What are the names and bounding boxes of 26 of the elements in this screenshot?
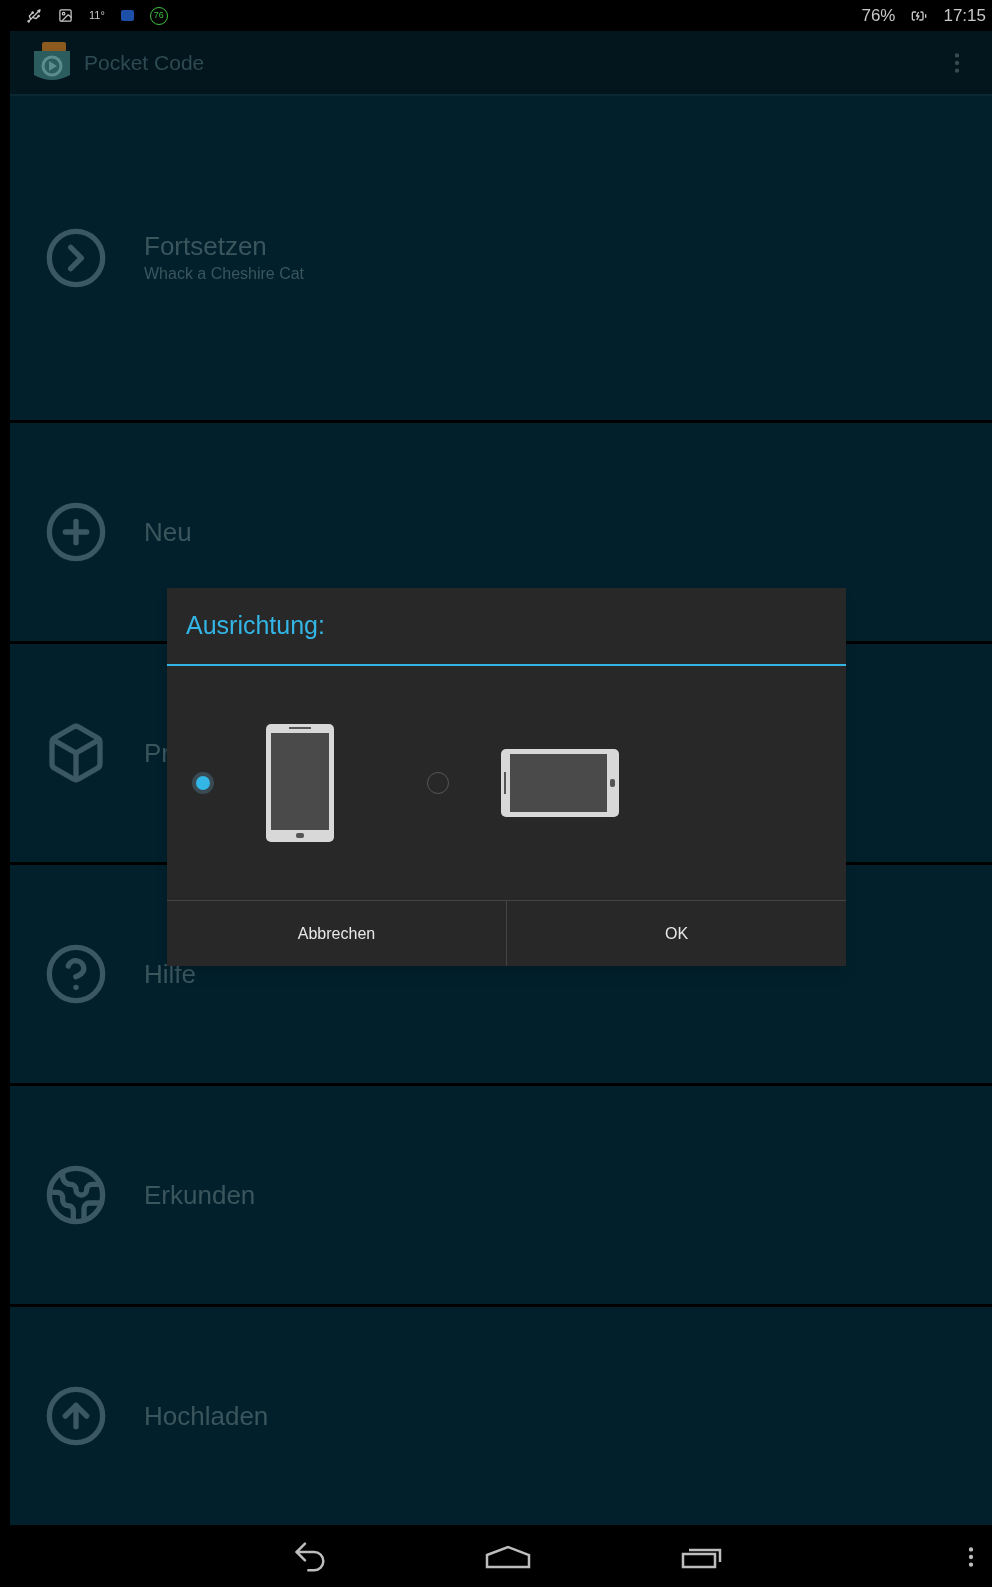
portrait-tablet-icon [264, 722, 336, 844]
dialog-button[interactable]: OK [506, 901, 846, 966]
clock-time: 17:15 [943, 4, 986, 27]
menu-label: Pr [144, 736, 170, 770]
menu-item[interactable]: Erkunden [10, 1086, 992, 1304]
menu-label: Erkunden [144, 1178, 256, 1212]
menu-item[interactable]: Fortsetzen Whack a Cheshire Cat [10, 96, 992, 420]
chevron-circle-icon [44, 226, 108, 290]
menu-subtitle: Whack a Cheshire Cat [144, 264, 305, 285]
menu-item[interactable]: Hochladen [10, 1307, 992, 1525]
help-icon [44, 942, 108, 1006]
radio-button[interactable] [192, 772, 214, 794]
usb-icon [26, 7, 42, 24]
plus-circle-icon [44, 500, 108, 564]
notification-icon [120, 10, 134, 21]
battery-percent: 76% [861, 4, 896, 27]
home-icon[interactable] [485, 1545, 531, 1569]
menu-label: Fortsetzen [144, 229, 268, 263]
menu-label: Hochladen [144, 1399, 269, 1433]
menu-label: Neu [144, 515, 192, 549]
dialog-title: Ausrichtung: [186, 610, 325, 642]
upload-icon [44, 1384, 108, 1448]
globe-icon [44, 1163, 108, 1227]
temperature-text: 11° [89, 8, 105, 24]
landscape-tablet-icon [499, 747, 621, 819]
image-icon [58, 8, 73, 23]
